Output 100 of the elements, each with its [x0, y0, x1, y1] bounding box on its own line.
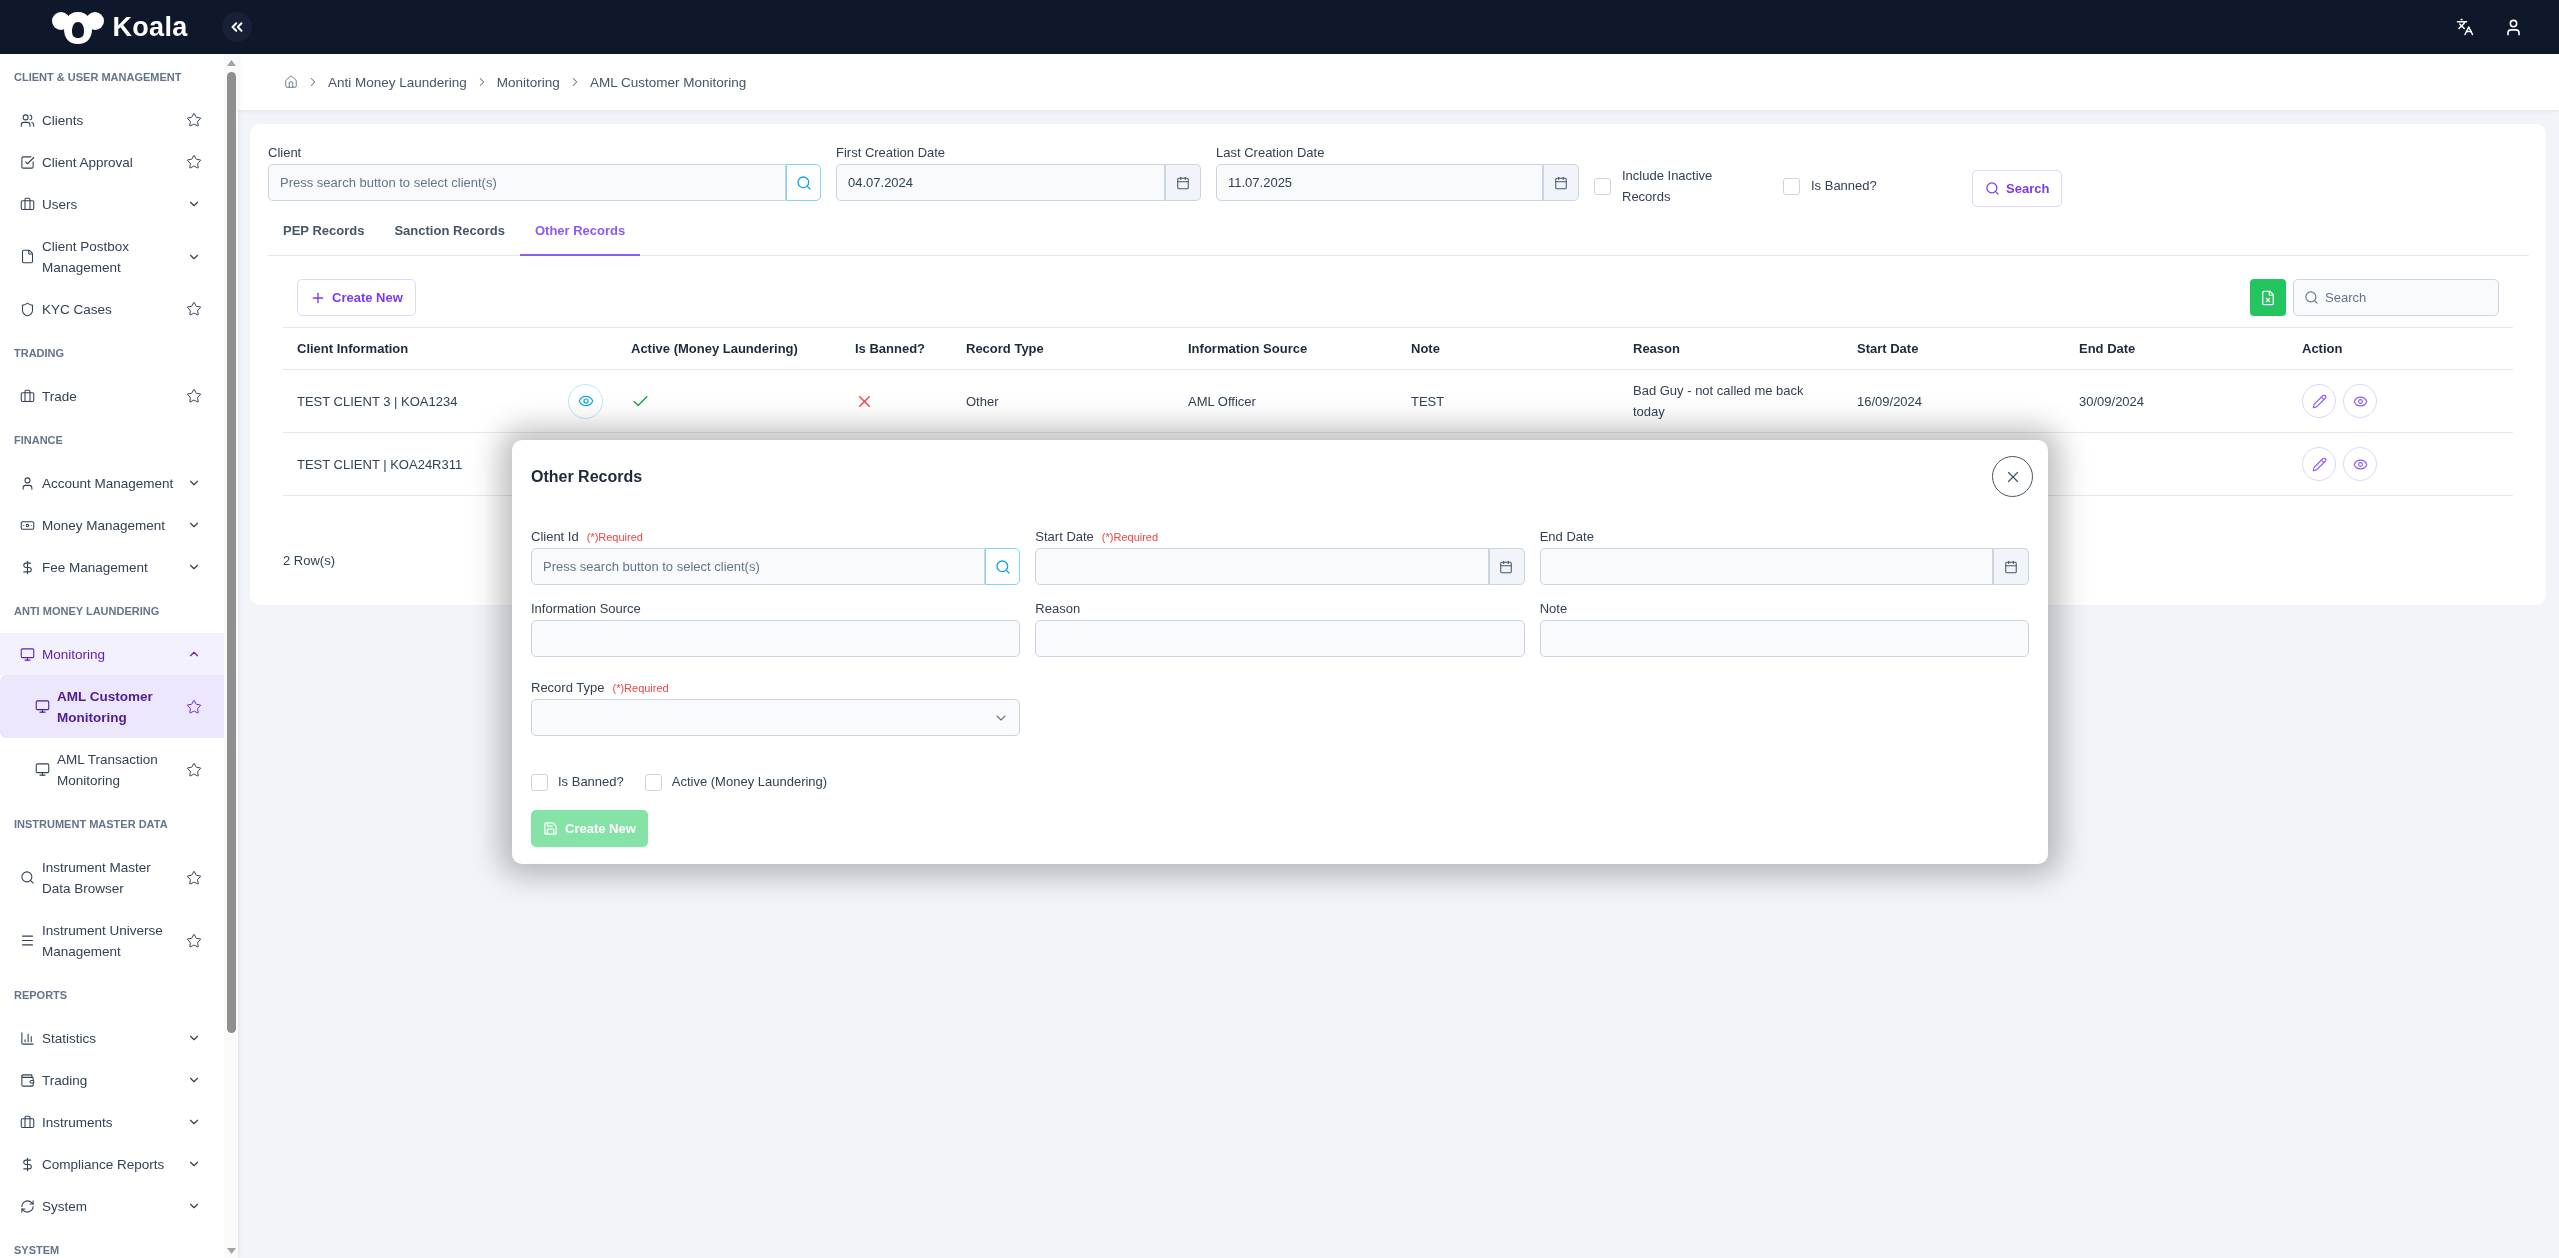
tab[interactable]: Other Records: [519, 207, 641, 256]
create-new-button[interactable]: Create New: [297, 279, 416, 316]
input-field[interactable]: [1035, 620, 1525, 657]
client-search-field[interactable]: Press search button to select client(s): [268, 164, 786, 201]
nav-item[interactable]: AML Customer Monitoring: [0, 675, 224, 738]
monitor-icon: [20, 646, 35, 662]
select-field[interactable]: [531, 699, 1021, 736]
close-button[interactable]: [1992, 456, 2033, 497]
nav-item[interactable]: Money Management: [0, 504, 224, 546]
checkbox-label: Active (Money Laundering): [671, 773, 828, 791]
nav-item[interactable]: Trade: [0, 375, 224, 417]
scroll-up-icon[interactable]: [226, 60, 236, 66]
nav-item[interactable]: Client Postbox Management: [0, 225, 224, 288]
nav-item[interactable]: KYC Cases: [0, 288, 224, 330]
nav-item[interactable]: Instrument Master Data Browser: [0, 846, 224, 909]
monitor-icon: [35, 762, 50, 777]
breadcrumb-link[interactable]: Anti Money Laundering: [328, 74, 467, 90]
edit-button[interactable]: [2302, 447, 2336, 481]
column-header: Record Type: [966, 341, 1044, 356]
user-icon[interactable]: [2504, 17, 2523, 37]
wallet-icon: [20, 1072, 35, 1088]
export-button[interactable]: [2250, 279, 2286, 316]
checkbox[interactable]: [531, 773, 548, 791]
star-icon[interactable]: [186, 388, 202, 404]
search-button[interactable]: [786, 164, 821, 201]
input-field[interactable]: [531, 620, 1021, 657]
nav-item[interactable]: Instrument Universe Management: [0, 909, 224, 972]
calendar-button[interactable]: [1993, 548, 2029, 585]
calendar-button[interactable]: [1165, 164, 1201, 201]
input-field[interactable]: [1539, 620, 2029, 657]
menu-icon: [20, 933, 35, 948]
collapse-sidebar-button[interactable]: [222, 12, 252, 42]
column-header: Active (Money Laundering): [631, 341, 798, 356]
field-label: First Creation Date: [836, 144, 946, 162]
star-icon[interactable]: [186, 761, 202, 778]
nav-item[interactable]: Account Management: [0, 462, 224, 504]
client-search-field[interactable]: Press search button to select client(s): [531, 548, 986, 585]
star-icon[interactable]: [186, 154, 202, 170]
search-icon: [1985, 181, 2000, 196]
nav-item[interactable]: Compliance Reports: [0, 1143, 224, 1185]
nav-item[interactable]: AML Transaction Monitoring: [0, 738, 224, 801]
view-button[interactable]: [2343, 447, 2377, 481]
column-header: End Date: [2079, 341, 2136, 356]
search-button[interactable]: Search: [1972, 170, 2063, 207]
users-icon: [20, 112, 35, 128]
nav-item[interactable]: Fee Management: [0, 546, 224, 588]
nav-item[interactable]: Instruments: [0, 1101, 224, 1143]
user-icon: [20, 475, 35, 491]
column-header: Client Information: [297, 341, 409, 356]
nav-item[interactable]: System: [0, 1185, 224, 1227]
calendar-button[interactable]: [1488, 548, 1525, 585]
logo-icon: [52, 10, 105, 44]
star-icon[interactable]: [186, 698, 202, 715]
modal-title: Other Records: [531, 467, 643, 486]
calendar-button[interactable]: [1543, 164, 1579, 201]
pencil-icon: [2311, 456, 2327, 472]
checkbox-label: Is Banned?: [558, 773, 624, 791]
edit-button[interactable]: [2302, 384, 2336, 418]
nav-item[interactable]: Clients: [0, 99, 224, 141]
star-icon[interactable]: [186, 932, 202, 949]
home-icon[interactable]: [284, 75, 298, 89]
checkbox-label: Is Banned?: [1811, 177, 1877, 196]
briefcase-icon: [20, 388, 35, 404]
dollar-icon: [20, 559, 35, 575]
translate-icon[interactable]: [2456, 18, 2474, 36]
date-field[interactable]: [1539, 548, 1993, 585]
nav-item[interactable]: Client Approval: [0, 141, 224, 183]
file-x-icon: [2260, 289, 2276, 306]
record-type: Other: [966, 392, 999, 411]
scrollbar-thumb[interactable]: [226, 72, 236, 1033]
scroll-down-icon[interactable]: [226, 1248, 236, 1254]
eye-icon: [577, 393, 594, 409]
section-heading: INSTRUMENT MASTER DATA: [13, 816, 169, 832]
view-button[interactable]: [2343, 384, 2377, 418]
file-icon: [20, 249, 35, 264]
date-field[interactable]: 04.07.2024: [836, 164, 1165, 201]
search-field[interactable]: Search: [2293, 279, 2499, 316]
date-field[interactable]: [1035, 548, 1489, 585]
calendar-icon: [1499, 559, 1514, 574]
client-name: TEST CLIENT | KOA24R311: [297, 455, 463, 474]
checkbox[interactable]: [1783, 178, 1800, 195]
end-date: 30/09/2024: [2079, 392, 2145, 411]
nav-item[interactable]: Users: [0, 183, 224, 225]
checkbox[interactable]: [644, 773, 662, 791]
nav-item[interactable]: Trading: [0, 1059, 224, 1101]
tab[interactable]: Sanction Records: [379, 207, 520, 256]
date-field[interactable]: 11.07.2025: [1216, 164, 1543, 201]
search-button[interactable]: [985, 548, 1021, 585]
star-icon[interactable]: [186, 112, 202, 128]
preview-button[interactable]: [568, 383, 603, 419]
calendar-icon: [1175, 175, 1190, 190]
checkbox[interactable]: [1594, 178, 1611, 195]
nav-item[interactable]: Monitoring: [0, 633, 224, 675]
field-label: Start Date: [1035, 528, 1094, 546]
breadcrumb-link[interactable]: Monitoring: [496, 74, 560, 90]
star-icon[interactable]: [186, 869, 202, 886]
nav-item[interactable]: Statistics: [0, 1017, 224, 1059]
tab[interactable]: PEP Records: [268, 207, 380, 256]
eye-icon: [2352, 393, 2368, 409]
star-icon[interactable]: [186, 301, 202, 317]
